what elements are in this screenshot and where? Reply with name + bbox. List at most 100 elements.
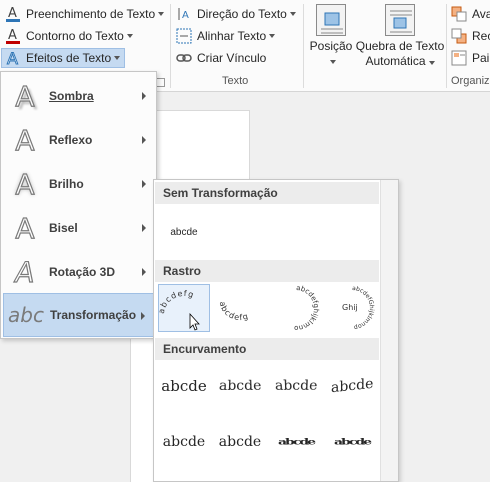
bring-forward-icon — [450, 5, 468, 23]
wrap-text-button[interactable]: Quebra de Texto Automática — [355, 4, 445, 69]
bevel-icon: A — [15, 211, 35, 245]
bring-forward-label: Ava — [472, 7, 490, 21]
sample-text: abcde — [218, 434, 262, 450]
chevron-down-icon — [289, 12, 296, 16]
send-backward-label: Recc — [472, 29, 490, 43]
shadow-icon: A — [15, 79, 35, 113]
reflection-icon: A — [15, 123, 35, 157]
chevron-down-icon — [158, 12, 165, 16]
text-group-label: Texto — [222, 75, 249, 87]
gallery-scrollbar[interactable] — [380, 180, 398, 481]
sample-text: abcde — [333, 437, 372, 447]
menu-item-label: Transformação — [50, 308, 137, 322]
cursor-icon — [189, 312, 200, 331]
transform-none-option[interactable]: abcde — [158, 208, 210, 256]
menu-item-transform[interactable]: abc Transformação — [3, 293, 154, 337]
menu-item-label: Bisel — [49, 221, 78, 235]
wrap-text-label-2: Automática — [365, 54, 435, 69]
svg-text:abcdefg: abcdefg — [157, 289, 196, 315]
svg-text:A: A — [8, 6, 17, 21]
menu-item-bevel[interactable]: A Bisel — [3, 206, 154, 250]
position-label: Posição — [309, 39, 353, 53]
menu-item-rotation-3d[interactable]: A Rotação 3D — [3, 250, 154, 294]
menu-item-label: Brilho — [49, 177, 84, 191]
chevron-right-icon — [142, 136, 146, 144]
link-icon — [175, 49, 193, 67]
sample-text: abcde — [162, 434, 206, 450]
warp-arch-option[interactable]: abcde — [158, 418, 210, 466]
text-outline-icon: A — [4, 27, 22, 45]
text-effects-button[interactable]: A Efeitos de Texto — [1, 48, 126, 68]
chevron-right-icon — [142, 92, 146, 100]
position-button[interactable]: Posição — [308, 4, 354, 64]
svg-text:abcdefg: abcdefg — [218, 301, 250, 322]
chevron-right-icon — [141, 312, 145, 320]
sample-text: abcde — [274, 377, 318, 394]
warp-arch-down-option[interactable]: abcde — [214, 418, 266, 466]
text-effects-label: Efeitos de Texto — [26, 51, 112, 65]
text-direction-button[interactable]: A Direção do Texto — [175, 4, 296, 24]
glow-icon: A — [15, 167, 35, 201]
svg-text:A: A — [8, 28, 17, 43]
bring-forward-button[interactable]: Ava — [450, 4, 490, 24]
transform-icon: abc — [8, 303, 44, 327]
create-link-label: Criar Vínculo — [197, 51, 267, 65]
dialog-launcher-icon[interactable] — [156, 78, 165, 87]
align-text-button[interactable]: Alinhar Texto — [175, 26, 276, 46]
position-icon — [316, 4, 346, 36]
menu-item-label: Sombra — [49, 89, 94, 103]
warp-triangle-up-option[interactable]: abcde — [214, 362, 266, 410]
text-direction-icon: A — [175, 5, 193, 23]
menu-item-glow[interactable]: A Brilho — [3, 162, 154, 206]
path-arch-up-option[interactable]: abcdefg — [157, 284, 210, 332]
sample-text: abcde — [330, 375, 374, 397]
menu-item-reflection[interactable]: A Reflexo — [3, 118, 154, 162]
chevron-right-icon — [142, 224, 146, 232]
chevron-down-icon — [329, 60, 336, 64]
create-link-button[interactable]: Criar Vínculo — [175, 48, 266, 68]
sample-text: abcdefg — [218, 301, 249, 322]
menu-item-shadow[interactable]: A Sombra — [3, 74, 154, 118]
svg-text:Ghij: Ghij — [342, 303, 358, 312]
warp-triangle-down-option[interactable]: abcde — [270, 362, 322, 410]
group-separator — [303, 4, 304, 88]
text-fill-button[interactable]: A Preenchimento de Texto — [4, 4, 165, 24]
send-backward-icon — [450, 27, 468, 45]
gallery-header-path: Rastro — [155, 260, 379, 282]
organize-group-label: Organiz — [451, 75, 490, 87]
warp-circle-option[interactable]: abcde — [270, 418, 322, 466]
text-direction-label: Direção do Texto — [197, 7, 287, 21]
selection-pane-label: Pair — [472, 51, 490, 65]
text-fill-label: Preenchimento de Texto — [26, 7, 156, 21]
sample-text: abcde — [170, 226, 198, 238]
group-separator — [170, 4, 171, 88]
chevron-right-icon — [142, 268, 146, 276]
warp-square-option[interactable]: abcde — [158, 362, 210, 410]
wrap-text-label-1: Quebra de Texto — [355, 39, 445, 53]
align-text-icon — [175, 27, 193, 45]
warp-button-option[interactable]: abcde — [326, 418, 378, 466]
chevron-down-icon — [114, 56, 121, 60]
svg-text:A: A — [7, 49, 18, 67]
wrap-text-icon — [385, 4, 415, 36]
sample-text: abcde — [277, 437, 316, 447]
menu-item-label: Reflexo — [49, 133, 93, 147]
text-outline-button[interactable]: A Contorno do Texto — [4, 26, 133, 46]
warp-chevron-option[interactable]: abcde — [326, 362, 378, 410]
path-arch-down-option[interactable]: abcdefg — [214, 284, 266, 332]
text-effects-menu: A Sombra A Reflexo A Brilho A Bisel A Ro… — [0, 71, 157, 339]
selection-pane-icon — [450, 49, 468, 67]
text-effects-icon: A — [4, 49, 22, 67]
text-outline-label: Contorno do Texto — [26, 29, 124, 43]
path-button-option[interactable]: abcdefGhijklmnop Ghij — [326, 284, 378, 332]
group-separator — [446, 4, 447, 88]
selection-pane-button[interactable]: Pair — [450, 48, 490, 68]
transform-gallery: Sem Transformação abcde Rastro abcdefg a… — [153, 179, 399, 482]
chevron-down-icon — [269, 34, 276, 38]
sample-text: abcdefg — [157, 289, 195, 315]
sample-text: abcde — [161, 377, 207, 395]
send-backward-button[interactable]: Recc — [450, 26, 490, 46]
gallery-header-none: Sem Transformação — [155, 182, 379, 204]
text-fill-icon: A — [4, 5, 22, 23]
path-circle-option[interactable]: abcdefghijklmno — [270, 284, 322, 332]
